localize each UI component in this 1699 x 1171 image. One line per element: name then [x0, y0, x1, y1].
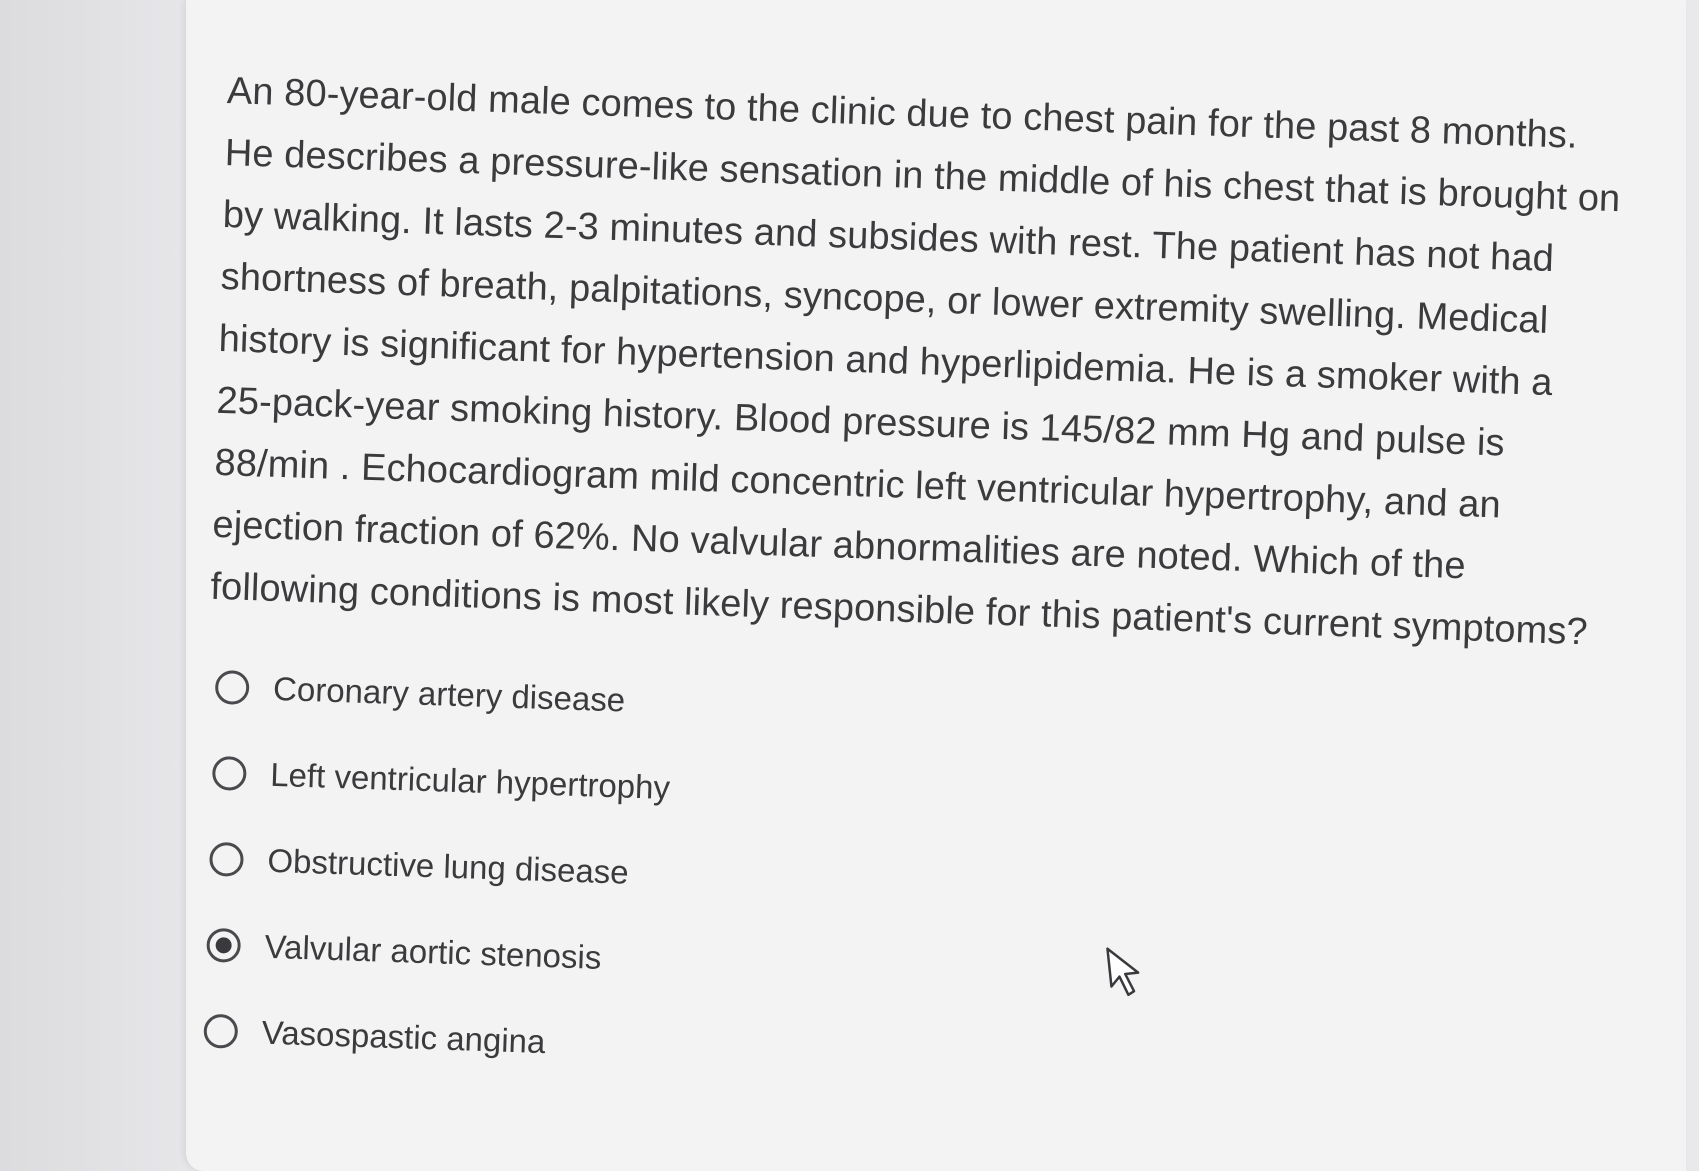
answer-options: Coronary artery disease Left ventricular… [202, 644, 1627, 1121]
option-label: Vasospastic angina [261, 1013, 546, 1061]
option-label: Coronary artery disease [272, 669, 626, 719]
option-label: Left ventricular hypertrophy [269, 755, 671, 807]
radio-empty-icon[interactable] [214, 669, 250, 706]
radio-empty-icon[interactable] [208, 841, 245, 877]
option-label: Obstructive lung disease [266, 841, 630, 891]
radio-empty-icon[interactable] [203, 1013, 239, 1049]
screen: An 80-year-old male comes to the clinic … [0, 0, 1699, 1171]
question-stem: An 80-year-old male comes to the clinic … [209, 69, 1622, 654]
radio-empty-icon[interactable] [211, 755, 247, 791]
mouse-pointer-icon [1106, 947, 1140, 997]
radio-filled-icon[interactable] [206, 927, 242, 963]
question-content: An 80-year-old male comes to the clinic … [194, 60, 1647, 1121]
option-label: Valvular aortic stenosis [264, 927, 602, 976]
